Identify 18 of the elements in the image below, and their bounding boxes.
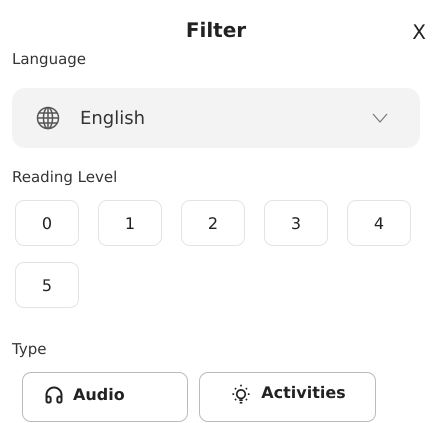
type-button[interactable]: Audio [22,372,188,422]
section-label: Reading Level [12,168,118,186]
close-button[interactable]: X [408,20,430,44]
dialog-title: Filter [186,18,246,42]
globe-icon [36,106,60,130]
headphones-icon [43,385,65,405]
level-button[interactable]: 3 [264,200,328,246]
level-button[interactable]: 1 [98,200,162,246]
level-button[interactable]: 5 [15,262,79,308]
language-dropdown[interactable]: English [12,88,420,148]
section-label: Language [12,50,88,68]
type-button[interactable]: Activities [199,372,376,422]
level-button[interactable]: 0 [15,200,79,246]
chevron-down-icon [372,113,388,123]
level-button[interactable]: 2 [181,200,245,246]
level-button[interactable]: 4 [347,200,411,246]
language-value: English [80,108,146,128]
section-label: Type [12,340,48,358]
